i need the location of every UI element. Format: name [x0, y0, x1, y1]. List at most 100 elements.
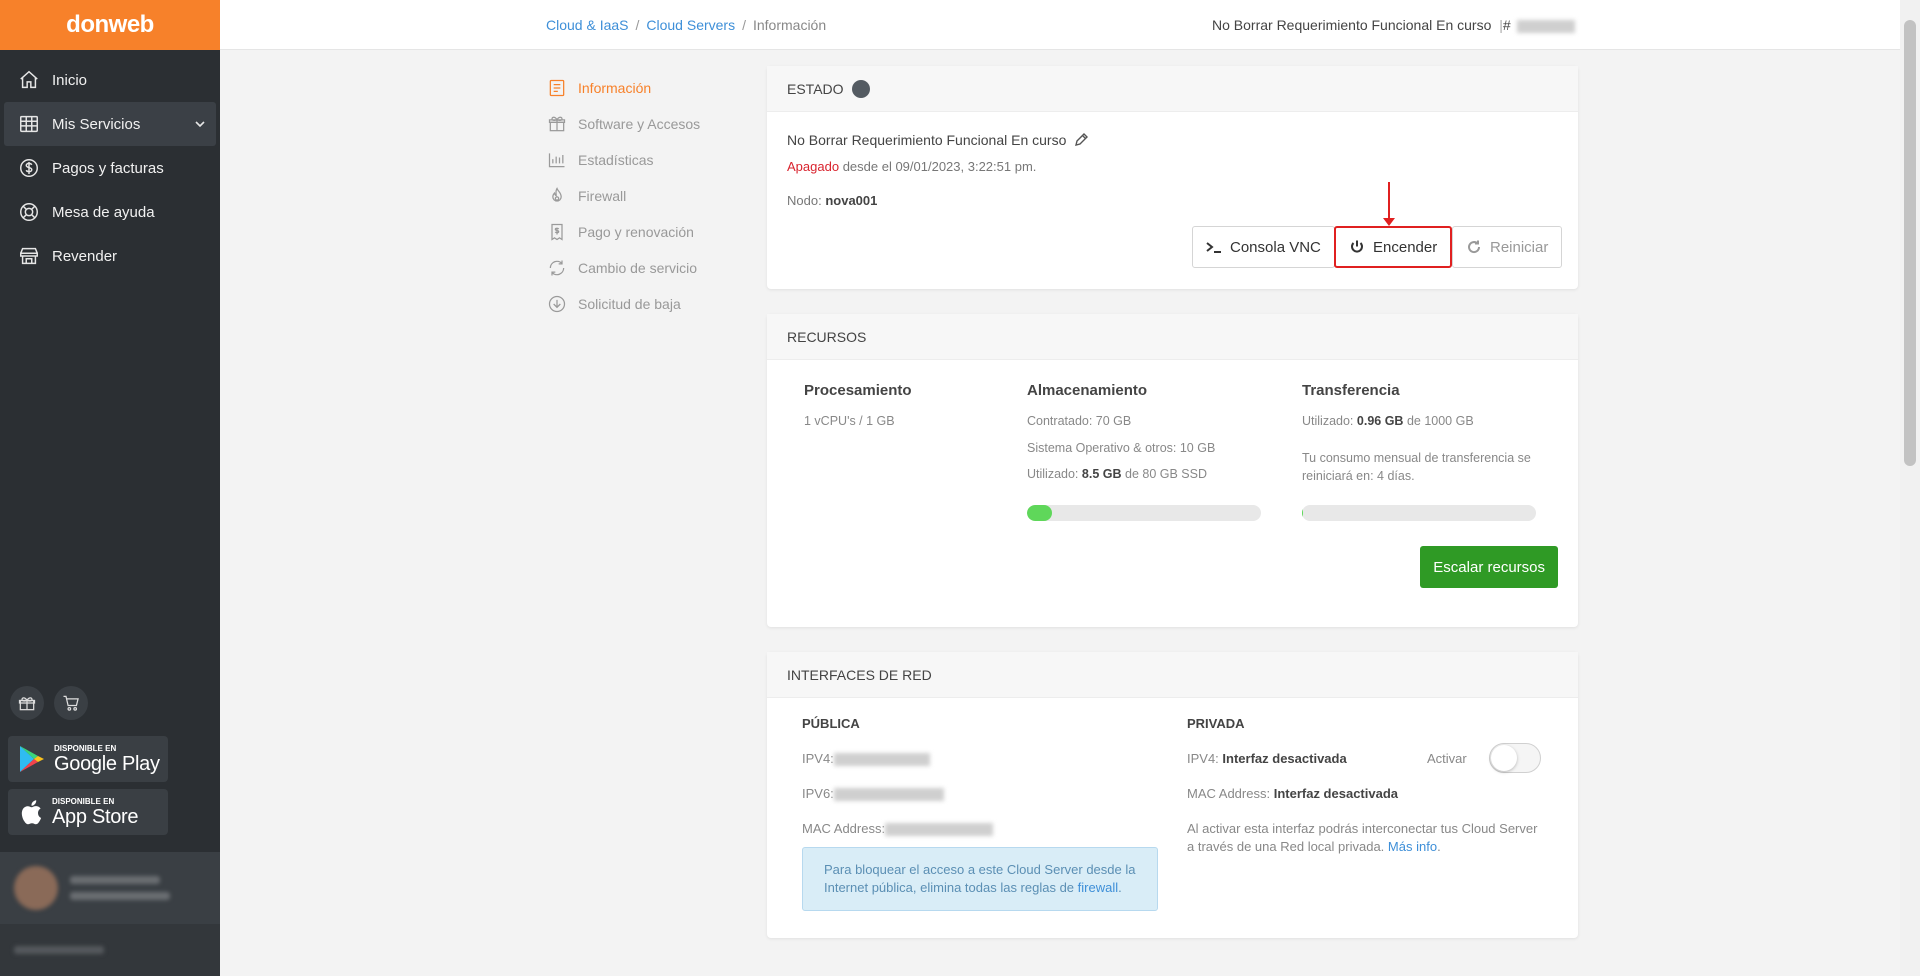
transferencia-note: Tu consumo mensual de transferencia se r…	[1302, 451, 1531, 483]
google-play-big: Google Play	[54, 752, 160, 775]
annotation-arrow	[1383, 182, 1395, 226]
tab-firewall[interactable]: Firewall	[547, 178, 700, 214]
google-play-icon	[20, 746, 44, 772]
info-end: .	[1118, 880, 1122, 895]
restart-button[interactable]: Reiniciar	[1452, 226, 1563, 268]
tab-estadisticas[interactable]: Estadísticas	[547, 142, 700, 178]
refresh-icon	[549, 260, 565, 276]
privada-ipv4: IPV4: Interfaz desactivada	[1187, 751, 1347, 766]
sidebar-item-mesa-de-ayuda[interactable]: Mesa de ayuda	[4, 190, 216, 234]
breadcrumb: Cloud & IaaS / Cloud Servers / Información	[546, 17, 827, 33]
private-interface-toggle[interactable]	[1489, 743, 1541, 773]
tab-label: Estadísticas	[578, 152, 654, 168]
estado-card: ESTADO No Borrar Requerimiento Funcional…	[767, 66, 1578, 289]
tab-software-accesos[interactable]: Software y Accesos	[547, 106, 700, 142]
side-shortcuts	[10, 686, 88, 720]
store-icon	[20, 247, 38, 265]
node-value: nova001	[825, 193, 878, 208]
page-scrollbar[interactable]	[1900, 0, 1920, 976]
gift-button[interactable]	[10, 686, 44, 720]
tab-solicitud-baja[interactable]: Solicitud de baja	[547, 286, 700, 322]
server-name-row: No Borrar Requerimiento Funcional En cur…	[787, 132, 1089, 148]
status-indicator	[851, 79, 870, 98]
almacenamiento-utilizado-prefix: Utilizado:	[1027, 467, 1079, 481]
sidebar-item-label: Mis Servicios	[52, 115, 141, 133]
sidebar-bottom-bar[interactable]	[0, 924, 220, 976]
server-id-blurred	[1516, 19, 1575, 33]
estado-header: ESTADO	[767, 66, 1578, 112]
power-status: Apagado	[787, 159, 840, 174]
pencil-icon[interactable]	[1073, 132, 1089, 148]
tab-informacion[interactable]: Información	[547, 70, 700, 106]
tab-cambio-servicio[interactable]: Cambio de servicio	[547, 250, 700, 286]
almacenamiento-sistema: Sistema Operativo & otros: 10 GB	[1027, 441, 1216, 455]
sidebar-nav: Inicio Mis Servicios Pagos y facturas Me…	[0, 50, 220, 278]
power-on-button[interactable]: Encender	[1334, 226, 1453, 268]
home-icon	[20, 70, 38, 89]
power-status-since: desde el 09/01/2023, 3:22:51 pm.	[842, 159, 1037, 174]
mac-value-blurred	[885, 823, 994, 837]
arrow-down-circle-icon	[548, 295, 566, 313]
mas-info-link[interactable]: Más info	[1388, 839, 1437, 854]
sidebar-item-label: Inicio	[52, 71, 88, 89]
almacenamiento-utilizado-suffix: de 80 GB SSD	[1125, 467, 1207, 481]
document-icon	[549, 79, 565, 97]
chevron-down-icon	[195, 121, 205, 128]
transfer-progress-bar	[1302, 505, 1536, 521]
sidebar: donweb Inicio Mis Servicios Pagos y fact…	[0, 0, 220, 976]
sidebar-item-inicio[interactable]: Inicio	[4, 58, 216, 102]
privada-note-text: Al activar esta interfaz podrás intercon…	[1187, 821, 1538, 854]
tab-label: Solicitud de baja	[578, 296, 681, 312]
cart-icon	[63, 695, 79, 711]
transferencia-title: Transferencia	[1302, 382, 1400, 399]
google-play-badge[interactable]: DISPONIBLE EN Google Play	[8, 736, 168, 782]
server-title: No Borrar Requerimiento Funcional En cur…	[1212, 17, 1575, 33]
cart-button[interactable]	[54, 686, 88, 720]
vnc-console-button[interactable]: Consola VNC	[1192, 226, 1335, 268]
flame-icon	[552, 187, 562, 202]
toggle-knob	[1491, 745, 1517, 771]
sidebar-item-mis-servicios[interactable]: Mis Servicios	[4, 102, 216, 146]
user-profile[interactable]	[0, 852, 220, 924]
app-store-small: DISPONIBLE EN	[52, 796, 115, 806]
privada-ipv4-value: Interfaz desactivada	[1222, 751, 1347, 766]
lifebuoy-icon	[20, 203, 38, 221]
recursos-title: RECURSOS	[787, 328, 867, 345]
scroll-thumb[interactable]	[1904, 20, 1916, 466]
sidebar-item-pagos[interactable]: Pagos y facturas	[4, 146, 216, 190]
transferencia-utilizado-prefix: Utilizado:	[1302, 414, 1354, 428]
tab-label: Información	[578, 80, 652, 96]
node-label: Nodo:	[787, 193, 822, 208]
google-play-text: DISPONIBLE EN Google Play	[54, 744, 160, 775]
tab-label: Firewall	[578, 188, 627, 204]
donweb-logo[interactable]: donweb	[0, 0, 220, 50]
grid-icon	[20, 115, 38, 133]
breadcrumb-cloud-servers[interactable]: Cloud Servers	[646, 17, 735, 33]
firewall-info-alert: Para bloquear el acceso a este Cloud Ser…	[802, 847, 1158, 911]
publica-mac: MAC Address:	[802, 821, 994, 837]
estado-title: ESTADO	[787, 80, 844, 97]
tab-pago-renovacion[interactable]: Pago y renovación	[547, 214, 700, 250]
server-title-name: No Borrar Requerimiento Funcional En cur…	[1212, 17, 1492, 33]
terminal-icon	[1206, 242, 1221, 253]
sidebar-item-revender[interactable]: Revender	[4, 234, 216, 278]
breadcrumb-cloud-iaas[interactable]: Cloud & IaaS	[546, 17, 629, 33]
scale-resources-button[interactable]: Escalar recursos	[1420, 546, 1558, 588]
almacenamiento-utilizado-value: 8.5 GB	[1081, 467, 1122, 481]
ipv4-value-blurred	[833, 753, 930, 767]
power-icon	[1351, 240, 1363, 253]
almacenamiento-title: Almacenamiento	[1027, 382, 1148, 399]
sidebar-item-label: Mesa de ayuda	[52, 203, 155, 221]
tab-label: Cambio de servicio	[578, 260, 698, 276]
interfaces-title: INTERFACES DE RED	[787, 666, 932, 683]
transferencia-utilizado: Utilizado: 0.96 GB de 1000 GB	[1302, 414, 1474, 428]
privada-title: PRIVADA	[1187, 716, 1245, 731]
firewall-link[interactable]: firewall	[1078, 880, 1118, 895]
app-store-badge[interactable]: DISPONIBLE EN App Store	[8, 789, 168, 835]
invoice-icon	[551, 223, 563, 241]
almacenamiento-utilizado: Utilizado: 8.5 GB de 80 GB SSD	[1027, 467, 1207, 481]
publica-mac-label: MAC Address:	[802, 821, 886, 836]
publica-title: PÚBLICA	[802, 716, 860, 731]
transferencia-utilizado-value: 0.96 GB	[1356, 414, 1404, 428]
power-on-label: Encender	[1373, 238, 1438, 256]
